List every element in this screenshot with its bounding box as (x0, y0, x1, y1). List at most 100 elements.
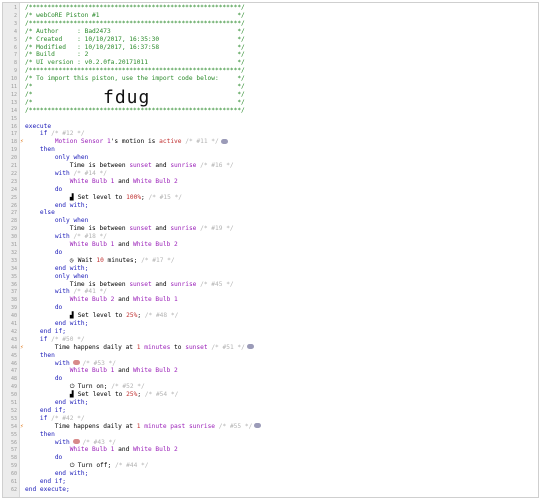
line-number: 34 (10, 265, 17, 272)
code-line[interactable]: 43 if /* #50 */ (3, 336, 536, 344)
code-line[interactable]: 62 end execute; (3, 486, 536, 494)
code-line[interactable]: 45 then (3, 352, 536, 360)
code-line[interactable]: 19 then (3, 146, 536, 154)
code-line[interactable]: 1 /**************************************… (3, 4, 536, 12)
line-number: 36 (10, 281, 17, 288)
code-line[interactable]: 26 end with; (3, 202, 536, 210)
code-text: do (54, 454, 63, 462)
code-line[interactable]: 56 with /* #43 */ (3, 439, 536, 447)
code-line[interactable]: 35 only when (3, 273, 536, 281)
code-line[interactable]: 31 White Bulb 1 and White Bulb 2 (3, 241, 536, 249)
line-number: 52 (10, 407, 17, 414)
code-line[interactable]: 25 ▟ Set level to 100%; /* #15 */ (3, 194, 536, 202)
code-text: do (54, 185, 63, 193)
code-line[interactable]: 60 end with; (3, 470, 536, 478)
code-line[interactable]: 27 else (3, 209, 536, 217)
code-line[interactable]: 48 do (3, 375, 536, 383)
code-line[interactable]: 57 White Bulb 1 and White Bulb 2 (3, 446, 536, 454)
code-text: Time happens daily at 1 minutes to sunse… (25, 344, 254, 352)
line-number: 16 (10, 123, 17, 130)
code-line[interactable]: 37 with /* #41 */ (3, 288, 536, 296)
code-text: ⏻ Turn on; /* #52 */ (69, 383, 145, 391)
code-line[interactable]: 15 (3, 115, 536, 123)
code-line[interactable]: 21 Time is between sunset and sunrise /*… (3, 162, 536, 170)
code-line[interactable]: 29 Time is between sunset and sunrise /*… (3, 225, 536, 233)
code-line[interactable]: 20 only when (3, 154, 536, 162)
import-code[interactable]: fdug (103, 87, 150, 108)
code-line[interactable]: 24 do (3, 186, 536, 194)
code-line[interactable]: 42 end if; (3, 328, 536, 336)
code-text: ▟ Set level to 25%; /* #54 */ (69, 391, 179, 399)
code-text: /* UI version : v0.2.0fa.20171011 */ (25, 59, 245, 67)
line-number: 29 (10, 226, 17, 233)
line-number: 12 (10, 91, 17, 98)
code-line[interactable]: 46 with /* #53 */ (3, 360, 536, 368)
code-line[interactable]: 58 do (3, 454, 536, 462)
code-line[interactable]: 39 do (3, 304, 536, 312)
code-text: /***************************************… (25, 4, 245, 11)
code-line[interactable]: 38 White Bulb 2 and White Bulb 1 (3, 296, 536, 304)
line-number: 1 (13, 5, 17, 11)
code-line[interactable]: 13/* */ (3, 99, 536, 107)
code-line[interactable]: 23 White Bulb 1 and White Bulb 2 (3, 178, 536, 186)
code-line[interactable]: 59 ⏻ Turn off; /* #44 */ (3, 462, 536, 470)
code-line[interactable]: 9 /**************************************… (3, 67, 536, 75)
line-number: 24 (10, 186, 17, 193)
code-line[interactable]: 18 ⚡ Motion Sensor 1's motion is active /… (3, 138, 536, 146)
code-line[interactable]: 8 /* UI version : v0.2.0fa.20171011 */ (3, 59, 536, 67)
line-number: 45 (10, 352, 17, 359)
code-line[interactable]: 40 ▟ Set level to 25%; /* #48 */ (3, 312, 536, 320)
code-line[interactable]: 41 end with; (3, 320, 536, 328)
code-line[interactable]: 17 if /* #12 */ (3, 130, 536, 138)
code-line[interactable]: 51 end with; (3, 399, 536, 407)
code-line[interactable]: 10 /* To import this piston, use the impo… (3, 75, 536, 83)
code-line[interactable]: 30 with /* #18 */ (3, 233, 536, 241)
code-line[interactable]: 33 ◷ Wait 10 minutes; /* #17 */ (3, 257, 536, 265)
code-line[interactable]: 3 /**************************************… (3, 20, 536, 28)
code-line[interactable]: 44 ⚡ Time happens daily at 1 minutes to s… (3, 344, 536, 352)
code-text: Time is between sunset and sunrise /* #1… (25, 162, 234, 169)
code-text: /* Modified : 10/10/2017, 16:37:58 */ (25, 43, 245, 51)
code-line[interactable]: 16 execute (3, 123, 536, 131)
code-line[interactable]: 28 only when (3, 217, 536, 225)
code-line[interactable]: 7 /* Build : 2 */ (3, 51, 536, 59)
trigger-icon: ⚡ (20, 343, 24, 351)
code-text: end execute; (25, 485, 70, 493)
code-line[interactable]: 50 ▟ Set level to 25%; /* #54 */ (3, 391, 536, 399)
line-number: 4 (13, 28, 17, 35)
code-text: ▟ Set level to 25%; /* #48 */ (69, 312, 179, 320)
line-number: 19 (10, 147, 17, 154)
code-text: end with; (54, 264, 89, 272)
code-text: only when (54, 217, 89, 225)
code-line[interactable]: 55 then (3, 431, 536, 439)
line-number: 48 (10, 376, 17, 383)
code-text: with /* #14 */ (54, 169, 107, 177)
code-line[interactable]: 47 White Bulb 1 and White Bulb 2 (3, 367, 536, 375)
code-text: end with; (54, 201, 89, 209)
code-line[interactable]: 11/* */ (3, 83, 536, 91)
code-line[interactable]: 14/*************************************… (3, 107, 536, 115)
code-line[interactable]: 6 /* Modified : 10/10/2017, 16:37:58 */ (3, 44, 536, 52)
clock-icon: ◷ (69, 256, 74, 264)
code-text: end with; (54, 320, 89, 327)
line-number: 6 (13, 44, 17, 51)
code-line[interactable]: 22 with /* #14 */ (3, 170, 536, 178)
line-number: 46 (10, 360, 17, 367)
code-text: with /* #41 */ (54, 288, 107, 296)
code-line[interactable]: 52 end if; (3, 407, 536, 415)
code-text: else (39, 209, 55, 217)
line-number: 27 (10, 210, 17, 217)
code-line[interactable]: 34 end with; (3, 265, 536, 273)
code-line[interactable]: 61 end if; (3, 478, 536, 486)
code-line[interactable]: 4 /* Author : Bad2473 */ (3, 28, 536, 36)
line-number: 23 (10, 178, 17, 185)
code-line[interactable]: 53 if /* #42 */ (3, 415, 536, 423)
code-text: if /* #50 */ (39, 335, 85, 343)
code-line[interactable]: 36 Time is between sunset and sunrise /*… (3, 281, 536, 289)
code-line[interactable]: 49 ⏻ Turn on; /* #52 */ (3, 383, 536, 391)
code-line[interactable]: 5 /* Created : 10/10/2017, 16:35:30 */ (3, 36, 536, 44)
code-line[interactable]: 2 /* webCoRE Piston #1 */ (3, 12, 536, 20)
code-line[interactable]: 54 ⚡ Time happens daily at 1 minute past … (3, 423, 536, 431)
code-line[interactable]: 32 do (3, 249, 536, 257)
code-line[interactable]: 12/* */ (3, 91, 536, 99)
